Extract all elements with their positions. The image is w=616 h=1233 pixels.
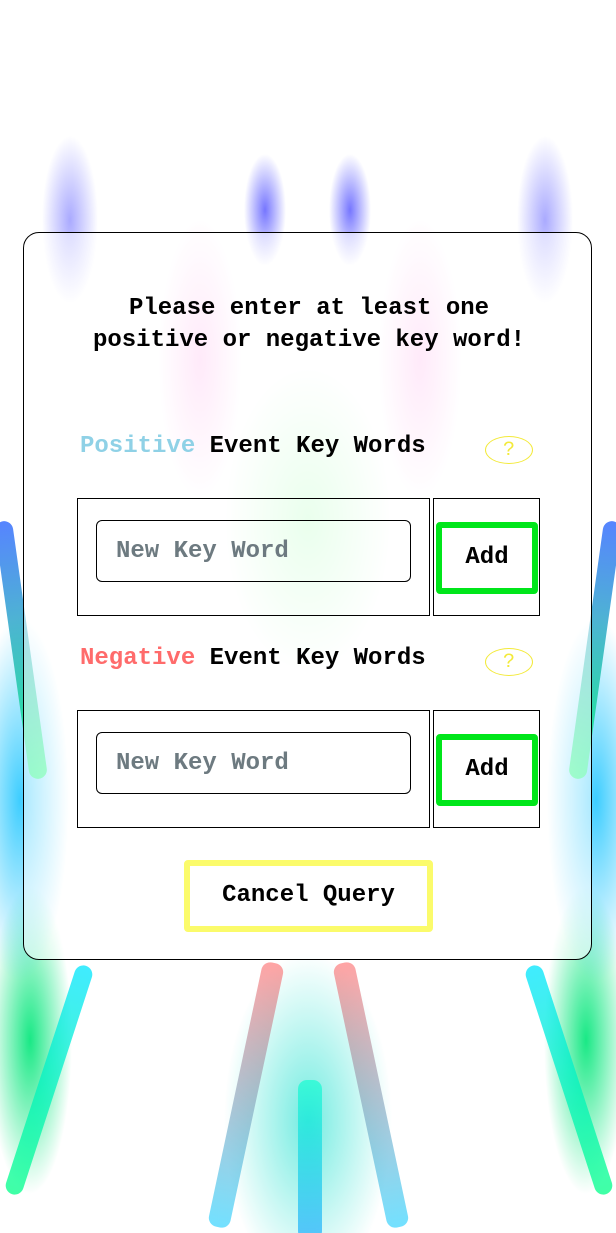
positive-add-container: Add <box>433 498 540 616</box>
negative-keyword-input[interactable] <box>96 732 411 794</box>
negative-add-container: Add <box>433 710 540 828</box>
positive-help-icon[interactable]: ? <box>485 436 533 464</box>
background-stripe <box>332 960 410 1230</box>
cancel-query-button[interactable]: Cancel Query <box>184 860 433 932</box>
background-stripe <box>207 960 285 1230</box>
background-stripe <box>3 963 95 1197</box>
positive-input-container <box>77 498 430 616</box>
keyword-dialog: Please enter at least one positive or ne… <box>23 232 592 960</box>
validation-message: Please enter at least one positive or ne… <box>92 295 526 354</box>
positive-add-button[interactable]: Add <box>436 522 538 594</box>
positive-label: Positive <box>80 433 196 460</box>
positive-keywords-heading: Positive Event Key Words <box>80 433 426 460</box>
background-stripe <box>298 1080 322 1233</box>
negative-heading-rest: Event Key Words <box>195 645 426 672</box>
positive-keyword-input[interactable] <box>96 520 411 582</box>
negative-help-icon[interactable]: ? <box>485 648 533 676</box>
background-stripe <box>523 963 615 1197</box>
negative-keywords-heading: Negative Event Key Words <box>80 645 426 672</box>
negative-input-container <box>77 710 430 828</box>
negative-add-button[interactable]: Add <box>436 734 538 806</box>
positive-heading-rest: Event Key Words <box>195 433 426 460</box>
negative-label: Negative <box>80 645 196 672</box>
